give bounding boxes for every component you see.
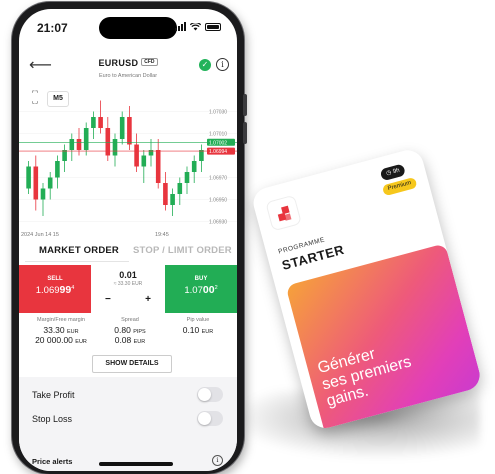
check-icon[interactable]: ✓ bbox=[199, 59, 211, 71]
stop-loss-row: Stop Loss bbox=[19, 409, 237, 431]
increase-button[interactable]: + bbox=[145, 294, 151, 305]
candle-body bbox=[134, 144, 139, 167]
take-profit-row: Take Profit bbox=[19, 385, 237, 407]
price-axis-label: 1.06970 bbox=[209, 176, 227, 182]
home-indicator[interactable] bbox=[99, 462, 173, 466]
candle-body bbox=[98, 117, 103, 128]
quantity-stepper: − + bbox=[95, 291, 161, 307]
decrease-button[interactable]: − bbox=[105, 294, 111, 305]
candle-body bbox=[33, 166, 39, 200]
candle-body bbox=[26, 166, 31, 189]
candle-body bbox=[184, 172, 190, 183]
tab-market-order[interactable]: MARKET ORDER bbox=[39, 245, 119, 256]
sell-label: SELL bbox=[47, 276, 63, 282]
candlestick-chart: 1.07030 1.07010 1.06970 1.06950 1.06930 1.070… bbox=[19, 100, 237, 238]
settings-panel: Take Profit Stop Loss Price alerts i bbox=[19, 377, 237, 471]
quantity-value[interactable]: 0.01 bbox=[91, 270, 165, 280]
margin-stat: Margin/Free margin 33.30 EUR 20 000.00 E… bbox=[35, 317, 87, 345]
buy-price: 1.07002 bbox=[184, 284, 218, 296]
price-axis-label: 1.06950 bbox=[209, 198, 227, 204]
candle-body bbox=[141, 155, 147, 167]
buy-button[interactable]: BUY 1.07002 bbox=[165, 265, 237, 313]
candle-body bbox=[112, 139, 118, 156]
candle-body bbox=[127, 117, 132, 145]
time-axis-label: 2024 Jun 14 15 bbox=[21, 232, 59, 238]
signal-icon bbox=[175, 22, 186, 31]
candle-body bbox=[155, 150, 161, 183]
status-time: 21:07 bbox=[37, 21, 68, 35]
tab-stop-limit-order[interactable]: STOP / LIMIT ORDER bbox=[133, 245, 232, 256]
expand-icon[interactable]: ⌜⌝ ⌞⌟ bbox=[27, 91, 43, 107]
candle-body bbox=[199, 150, 204, 161]
wifi-icon bbox=[190, 22, 201, 30]
spread-stat: Spread 0.80 PIPS 0.08 EUR bbox=[114, 317, 146, 345]
price-alerts-info-icon[interactable]: i bbox=[212, 455, 223, 466]
stop-loss-label: Stop Loss bbox=[32, 414, 73, 424]
info-icon[interactable]: i bbox=[216, 58, 229, 71]
candle-body bbox=[69, 139, 75, 150]
candle-body bbox=[55, 161, 60, 178]
brand-logo-icon bbox=[265, 194, 302, 232]
trade-row: SELL 1.069994 0.01 ≈ 33.30 EUR − + BUY 1… bbox=[19, 265, 237, 313]
take-profit-label: Take Profit bbox=[32, 390, 75, 400]
price-axis-label: 1.06930 bbox=[209, 220, 227, 226]
candle-body bbox=[170, 194, 175, 205]
candle-body bbox=[177, 183, 183, 194]
take-profit-toggle[interactable] bbox=[197, 387, 223, 402]
trade-stats: Margin/Free margin 33.30 EUR 20 000.00 E… bbox=[19, 317, 237, 359]
price-axis-label: 1.07030 bbox=[209, 110, 227, 116]
sell-button[interactable]: SELL 1.069994 bbox=[19, 265, 91, 313]
timeframe-button[interactable]: M5 bbox=[47, 91, 69, 107]
bid-price-tag-label: 1.07002 bbox=[209, 140, 227, 146]
stop-loss-toggle[interactable] bbox=[197, 411, 223, 426]
order-tabs: MARKET ORDER STOP / LIMIT ORDER bbox=[19, 241, 237, 263]
phone-screen: 21:07 ⟵ EURUSD CFD Euro to American Doll… bbox=[19, 9, 237, 471]
volume-up-button bbox=[243, 94, 247, 116]
timer-badge: ◷ 9h bbox=[380, 163, 406, 182]
buy-label: BUY bbox=[194, 276, 208, 282]
price-axis-label: 1.07010 bbox=[209, 132, 227, 138]
quantity-box: 0.01 ≈ 33.30 EUR − + bbox=[91, 265, 165, 313]
quantity-eur: ≈ 33.30 EUR bbox=[113, 281, 143, 287]
symbol-label: EURUSD bbox=[98, 58, 139, 68]
candle-body bbox=[76, 139, 82, 150]
show-details-button[interactable]: SHOW DETAILS bbox=[92, 355, 172, 373]
app-header: ⟵ EURUSD CFD Euro to American Dollar ✓ i bbox=[19, 45, 237, 85]
phone-frame: 21:07 ⟵ EURUSD CFD Euro to American Doll… bbox=[12, 2, 247, 474]
battery-icon bbox=[205, 22, 221, 31]
time-axis-label: 19:45 bbox=[155, 232, 169, 238]
candle-body bbox=[163, 183, 168, 205]
status-icons bbox=[175, 22, 221, 31]
tab-underline bbox=[25, 261, 129, 262]
volume-down-button bbox=[243, 122, 247, 144]
candle-body bbox=[119, 117, 125, 139]
candle-body bbox=[91, 117, 96, 128]
ask-price-tag-label: 1.06994 bbox=[209, 149, 227, 155]
cfd-badge: CFD bbox=[141, 57, 158, 66]
candle-body bbox=[62, 150, 67, 161]
candle-body bbox=[83, 128, 89, 150]
candle-body bbox=[40, 188, 46, 200]
promo-card[interactable]: ◷ 9h Premium PROGRAMME STARTER Générer s… bbox=[250, 146, 484, 432]
status-bar: 21:07 bbox=[19, 9, 237, 43]
price-alerts-label[interactable]: Price alerts bbox=[32, 457, 72, 466]
pip-value-stat: Pip value 0.10 EUR bbox=[182, 317, 214, 335]
instrument-subtitle: Euro to American Dollar bbox=[98, 73, 158, 79]
candle-body bbox=[47, 177, 53, 189]
candle-body bbox=[191, 161, 197, 172]
sell-price: 1.069994 bbox=[35, 284, 75, 296]
price-chart[interactable]: 1.07030 1.07010 1.06970 1.06950 1.06930 1.070… bbox=[19, 89, 237, 239]
dynamic-island bbox=[99, 17, 177, 39]
